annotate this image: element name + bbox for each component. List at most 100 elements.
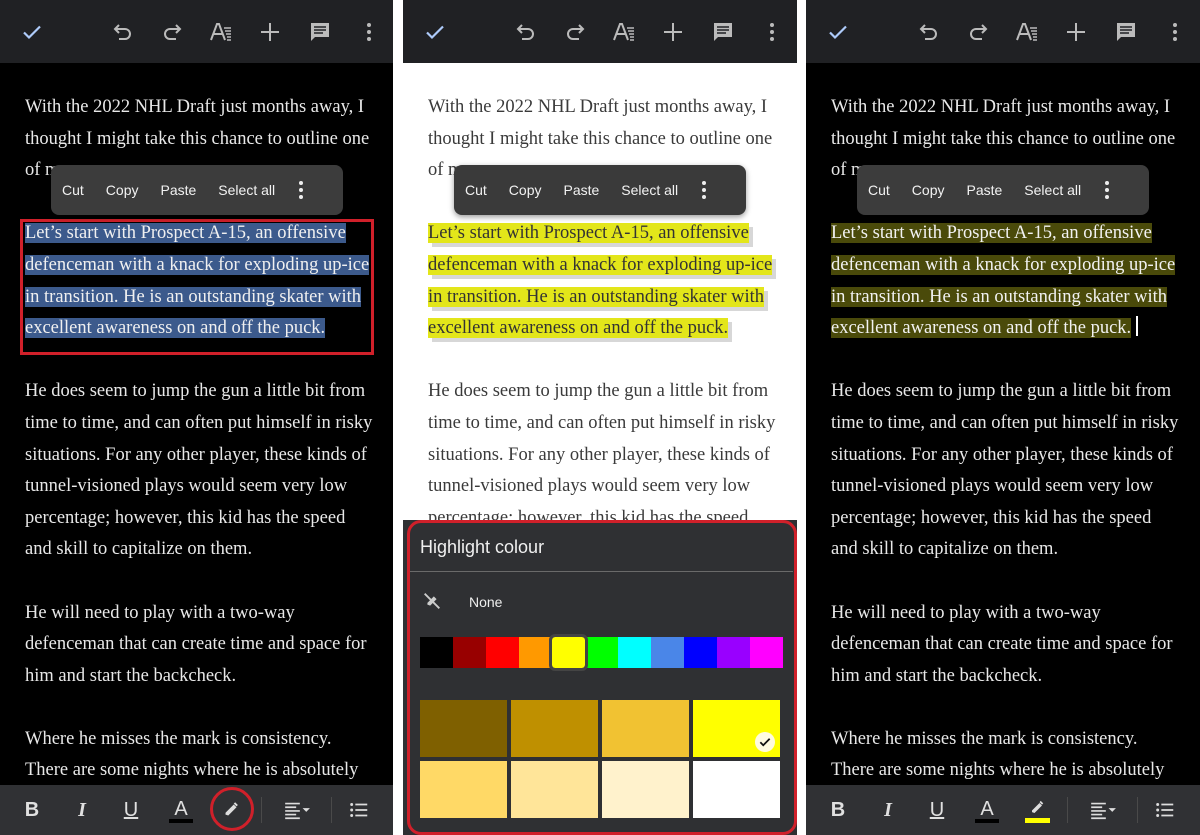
text-color-swatch xyxy=(169,818,193,823)
text-line: him and start the backcheck. xyxy=(831,665,1043,686)
text-line: defenceman with a knack for exploding up… xyxy=(831,254,1176,275)
text-line: He does seem to jump the gun a little bi… xyxy=(25,381,366,402)
screen-after-highlight: With the 2022 NHL Draft just months away… xyxy=(806,0,1200,835)
redo-icon[interactable] xyxy=(157,17,187,47)
highlighter-pen-icon xyxy=(1032,800,1044,813)
cut-button[interactable]: Cut xyxy=(51,182,95,198)
align-dropdown[interactable] xyxy=(1086,795,1122,825)
format-toolbar: B I U A xyxy=(0,785,393,835)
paste-button[interactable]: Paste xyxy=(955,182,1013,198)
redo-icon[interactable] xyxy=(963,17,993,47)
more-vert-icon[interactable] xyxy=(757,17,787,47)
text-color-button[interactable]: A xyxy=(166,795,196,825)
highlight-button[interactable] xyxy=(1022,795,1052,825)
text-cursor xyxy=(1136,316,1139,337)
hue-swatch[interactable] xyxy=(549,634,588,671)
text-color-button[interactable]: A xyxy=(972,795,1002,825)
text-line: in transition. He is an outstanding skat… xyxy=(428,286,765,307)
text-color-label: A xyxy=(174,797,188,820)
more-options-icon[interactable] xyxy=(1092,181,1122,199)
highlight-annotation-circle xyxy=(210,787,254,831)
comment-icon[interactable] xyxy=(1111,17,1141,47)
undo-icon[interactable] xyxy=(108,17,138,47)
text-line: him and start the backcheck. xyxy=(25,665,237,686)
highlight-color-swatch xyxy=(1024,817,1050,823)
text-context-menu: Cut Copy Paste Select all xyxy=(857,165,1149,215)
more-options-icon[interactable] xyxy=(689,181,719,199)
comment-icon[interactable] xyxy=(305,17,335,47)
paragraph-3: He does seem to jump the gun a little bi… xyxy=(25,376,383,566)
paragraph-5: Where he misses the mark is consistency.… xyxy=(831,724,1190,787)
toolbar-divider xyxy=(261,797,262,823)
document-body[interactable]: With the 2022 NHL Draft just months away… xyxy=(428,92,787,566)
text-format-icon[interactable] xyxy=(206,17,236,47)
top-toolbar xyxy=(403,0,797,63)
copy-button[interactable]: Copy xyxy=(498,182,553,198)
bulleted-list-button[interactable] xyxy=(344,795,374,825)
undo-icon[interactable] xyxy=(914,17,944,47)
bold-button[interactable]: B xyxy=(17,795,47,825)
bulleted-list-button[interactable] xyxy=(1150,795,1180,825)
underline-button[interactable]: U xyxy=(922,795,952,825)
text-line: excellent awareness on and off the puck. xyxy=(831,318,1132,339)
italic-button[interactable]: I xyxy=(873,795,903,825)
text-format-icon[interactable] xyxy=(609,17,639,47)
text-context-menu: Cut Copy Paste Select all xyxy=(454,165,746,215)
format-toolbar: B I U A xyxy=(806,785,1200,835)
text-format-icon[interactable] xyxy=(1012,17,1042,47)
insert-plus-icon[interactable] xyxy=(658,17,688,47)
highlighted-paragraph[interactable]: Let’s start with Prospect A-15, an offen… xyxy=(428,218,787,344)
text-line: thought I might take this chance to outl… xyxy=(428,128,773,149)
text-line: excellent awareness on and off the puck. xyxy=(428,318,729,339)
italic-button[interactable]: I xyxy=(67,795,97,825)
insert-plus-icon[interactable] xyxy=(1061,17,1091,47)
underline-button[interactable]: U xyxy=(116,795,146,825)
insert-plus-icon[interactable] xyxy=(255,17,285,47)
text-line: With the 2022 NHL Draft just months away… xyxy=(25,97,365,117)
text-line: situations. For any other player, these … xyxy=(831,444,1173,465)
cut-button[interactable]: Cut xyxy=(454,182,498,198)
text-line: He will need to play with a two-way xyxy=(831,602,1101,623)
text-line: He does seem to jump the gun a little bi… xyxy=(831,381,1172,402)
text-line: situations. For any other player, these … xyxy=(25,444,367,465)
list-icon xyxy=(1156,803,1174,817)
text-line: in transition. He is an outstanding skat… xyxy=(831,286,1168,307)
text-line: time to time, and can often put himself … xyxy=(25,412,373,433)
redo-icon[interactable] xyxy=(560,17,590,47)
text-line: time to time, and can often put himself … xyxy=(831,412,1179,433)
text-line: tunnel-visioned plays would seem very lo… xyxy=(831,476,1154,497)
check-icon[interactable] xyxy=(823,17,853,47)
check-icon[interactable] xyxy=(420,17,450,47)
paste-button[interactable]: Paste xyxy=(149,182,207,198)
text-line: defenceman that can create time and spac… xyxy=(831,634,1173,655)
top-toolbar xyxy=(806,0,1200,63)
text-line: With the 2022 NHL Draft just months away… xyxy=(831,97,1171,117)
more-vert-icon[interactable] xyxy=(354,17,384,47)
copy-button[interactable]: Copy xyxy=(95,182,150,198)
text-line: Let’s start with Prospect A-15, an offen… xyxy=(831,223,1152,244)
copy-button[interactable]: Copy xyxy=(901,182,956,198)
cut-button[interactable]: Cut xyxy=(857,182,901,198)
paragraph-3: He does seem to jump the gun a little bi… xyxy=(831,376,1190,566)
check-icon[interactable] xyxy=(17,17,47,47)
text-color-label: A xyxy=(980,797,994,820)
text-line: Let’s start with Prospect A-15, an offen… xyxy=(428,223,749,244)
paste-button[interactable]: Paste xyxy=(552,182,610,198)
select-all-button[interactable]: Select all xyxy=(610,182,689,198)
bold-button[interactable]: B xyxy=(823,795,853,825)
more-vert-icon[interactable] xyxy=(1160,17,1190,47)
paragraph-4: He will need to play with a two-way defe… xyxy=(25,598,383,693)
text-line: With the 2022 NHL Draft just months away… xyxy=(428,97,768,117)
more-options-icon[interactable] xyxy=(286,181,316,199)
text-line: percentage; however, this kid has the sp… xyxy=(25,507,346,528)
comment-icon[interactable] xyxy=(708,17,738,47)
highlighted-paragraph[interactable]: Let’s start with Prospect A-15, an offen… xyxy=(831,218,1190,344)
text-line: Where he misses the mark is consistency. xyxy=(25,728,332,749)
text-line: Where he misses the mark is consistency. xyxy=(831,728,1138,749)
select-all-button[interactable]: Select all xyxy=(1013,182,1092,198)
list-icon xyxy=(350,803,368,817)
align-dropdown[interactable] xyxy=(280,795,316,825)
undo-icon[interactable] xyxy=(511,17,541,47)
select-all-button[interactable]: Select all xyxy=(207,182,286,198)
text-line: and skill to capitalize on them. xyxy=(25,539,253,560)
